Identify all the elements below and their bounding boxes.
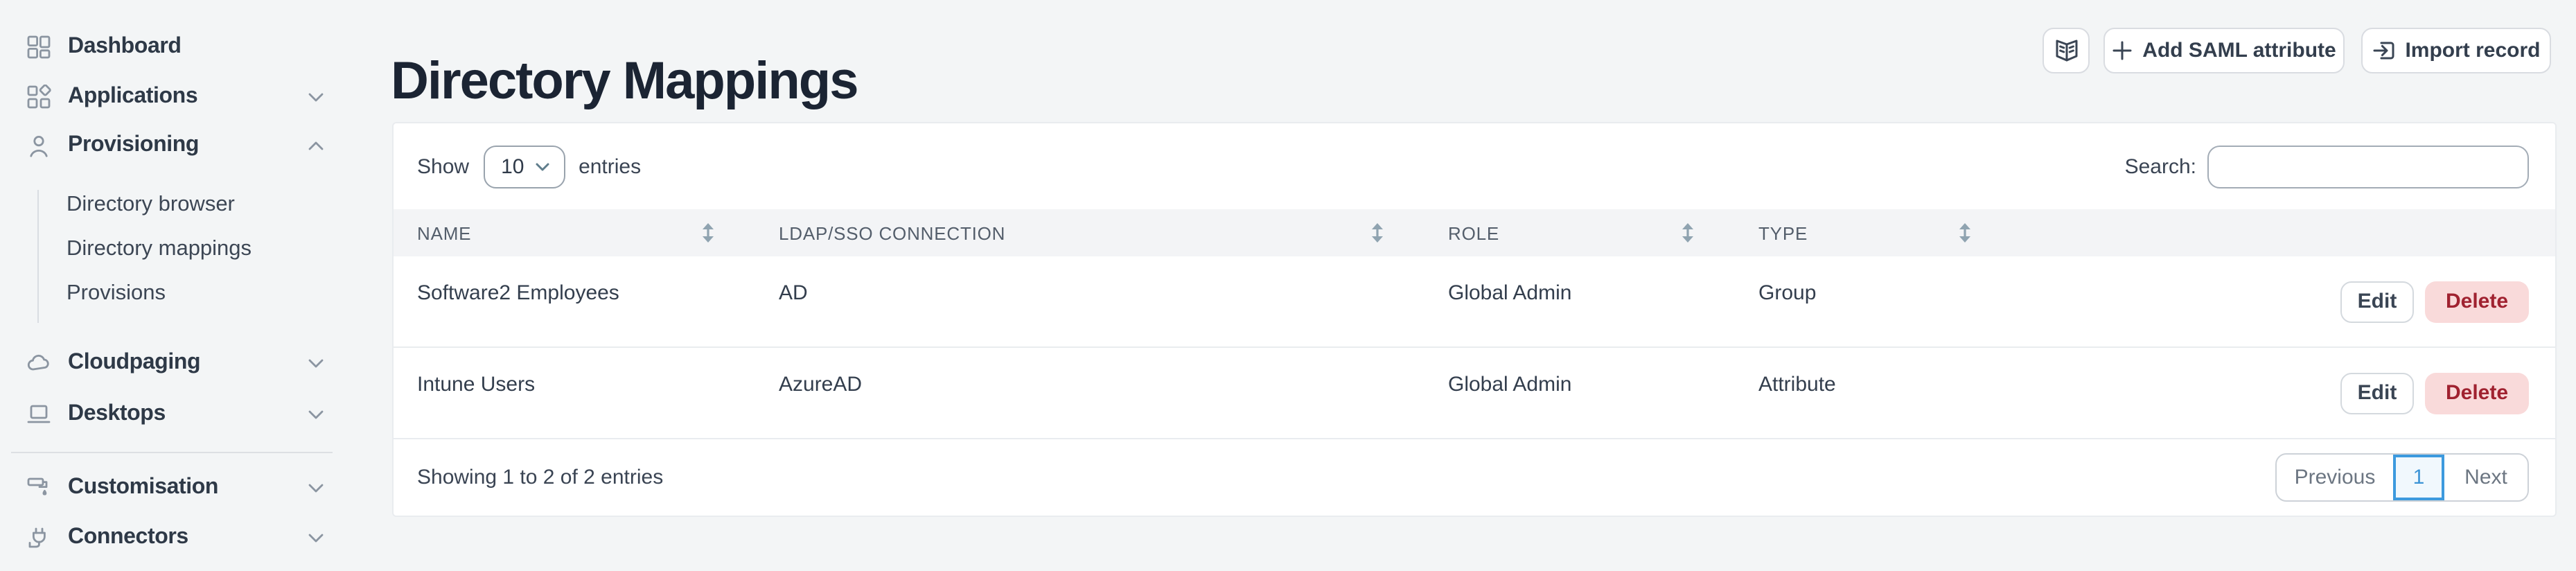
cell-type: Group (1735, 281, 2012, 322)
column-header-type[interactable]: TYPE (1735, 222, 2012, 244)
cell-actions: Edit Delete (2012, 281, 2555, 322)
entries-label: entries (579, 155, 641, 178)
table-row: Intune Users AzureAD Global Admin Attrib… (394, 348, 2555, 439)
sidebar-item-directory-browser[interactable]: Directory browser (67, 191, 330, 219)
sort-arrows-icon (1957, 222, 1973, 244)
show-label: Show (417, 155, 469, 178)
plus-icon (2112, 40, 2133, 61)
sidebar-item-provisions[interactable]: Provisions (67, 280, 330, 308)
sidebar-item-label: Dashboard (68, 35, 182, 60)
table-row: Software2 Employees AD Global Admin Grou… (394, 256, 2555, 348)
sidebar-item-directory-mappings[interactable]: Directory mappings (67, 236, 330, 263)
sidebar-item-label: Customisation (68, 475, 218, 500)
previous-page-button[interactable]: Previous (2277, 455, 2393, 500)
delete-button[interactable]: Delete (2425, 372, 2529, 414)
sidebar-item-customisation[interactable]: Customisation (26, 471, 333, 504)
table-footer: Showing 1 to 2 of 2 entries Previous 1 N… (394, 439, 2555, 516)
cell-name: Software2 Employees (394, 281, 755, 322)
chevron-down-icon (305, 86, 327, 108)
column-header-actions (2012, 222, 2555, 244)
applications-icon (26, 85, 51, 109)
plug-icon (26, 525, 51, 550)
search-input[interactable] (2207, 145, 2529, 188)
directory-mappings-card: Show 10 entries Search: NAME (392, 122, 2557, 517)
sidebar-item-label: Provisioning (68, 133, 199, 158)
chevron-down-icon (305, 403, 327, 425)
sidebar-item-label: Directory mappings (67, 237, 252, 262)
dashboard-icon (26, 35, 51, 60)
sidebar-item-label: Connectors (68, 525, 188, 550)
sort-arrows-icon (700, 222, 716, 244)
delete-button[interactable]: Delete (2425, 281, 2529, 322)
search-label: Search: (2125, 155, 2196, 178)
chevron-down-icon (533, 157, 551, 175)
chevron-down-icon (305, 527, 327, 549)
sort-arrows-icon (1679, 222, 1696, 244)
column-label: TYPE (1758, 222, 1808, 243)
sidebar-item-applications[interactable]: Applications (26, 80, 333, 114)
cell-name: Intune Users (394, 372, 755, 414)
user-icon (26, 133, 51, 158)
chevron-up-icon (305, 134, 327, 157)
sidebar-item-label: Desktops (68, 402, 166, 427)
page-size-select[interactable]: 10 (483, 145, 565, 188)
page: Dashboard Applications Provisioning (0, 0, 2576, 571)
table-controls: Show 10 entries Search: (394, 123, 2555, 209)
add-saml-attribute-button[interactable]: Add SAML attribute (2103, 28, 2345, 73)
sidebar-item-label: Applications (68, 85, 197, 109)
next-page-button[interactable]: Next (2444, 455, 2528, 500)
pagination: Previous 1 Next (2275, 453, 2529, 502)
cloud-icon (26, 351, 51, 376)
cell-connection: AD (755, 281, 1424, 322)
cell-role: Global Admin (1424, 372, 1735, 414)
page-size-value: 10 (501, 155, 524, 178)
sidebar-item-label: Cloudpaging (68, 351, 200, 376)
entries-summary: Showing 1 to 2 of 2 entries (417, 466, 663, 489)
cell-actions: Edit Delete (2012, 372, 2555, 414)
sidebar-item-connectors[interactable]: Connectors (26, 521, 333, 554)
sidebar-item-cloudpaging[interactable]: Cloudpaging (26, 346, 333, 380)
import-record-button[interactable]: Import record (2361, 28, 2551, 73)
sidebar-item-label: Directory browser (67, 193, 235, 218)
page-title: Directory Mappings (391, 53, 857, 113)
column-header-connection[interactable]: LDAP/SSO CONNECTION (755, 222, 1424, 244)
sidebar-item-dashboard[interactable]: Dashboard (26, 30, 333, 64)
sidebar-item-provisioning[interactable]: Provisioning (26, 129, 333, 162)
submenu-indent-line (37, 190, 39, 323)
column-header-name[interactable]: NAME (394, 222, 755, 244)
column-label: NAME (417, 222, 471, 243)
edit-button[interactable]: Edit (2340, 281, 2414, 322)
cell-role: Global Admin (1424, 281, 1735, 322)
chevron-down-icon (305, 477, 327, 499)
chevron-down-icon (305, 352, 327, 374)
import-record-label: Import record (2405, 39, 2540, 62)
sort-arrows-icon (1369, 222, 1386, 244)
column-header-role[interactable]: ROLE (1424, 222, 1735, 244)
column-label: LDAP/SSO CONNECTION (779, 222, 1005, 243)
sidebar-item-desktops[interactable]: Desktops (26, 398, 333, 431)
page-1-button[interactable]: 1 (2393, 455, 2444, 500)
edit-button[interactable]: Edit (2340, 372, 2414, 414)
book-icon (2053, 37, 2079, 64)
add-saml-attribute-label: Add SAML attribute (2142, 39, 2336, 62)
paint-roller-icon (26, 475, 51, 500)
column-label: ROLE (1448, 222, 1499, 243)
box-arrow-in-right-icon (2372, 39, 2395, 62)
cell-type: Attribute (1735, 372, 2012, 414)
sidebar-divider (11, 452, 333, 453)
cell-connection: AzureAD (755, 372, 1424, 414)
documentation-button[interactable] (2043, 28, 2090, 73)
laptop-icon (26, 402, 51, 427)
sidebar-item-label: Provisions (67, 281, 166, 306)
table-header-row: NAME LDAP/SSO CONNECTION ROLE (394, 209, 2555, 256)
